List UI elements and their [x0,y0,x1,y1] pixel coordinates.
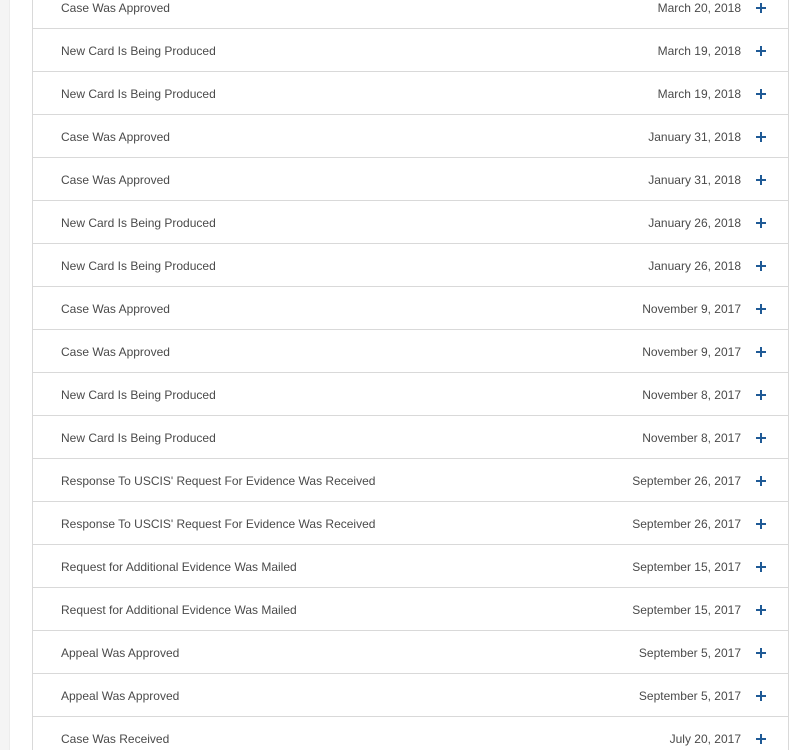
history-row[interactable]: Request for Additional Evidence Was Mail… [33,545,788,588]
history-row-date: November 9, 2017 [642,345,741,359]
history-row-date: November 8, 2017 [642,431,741,445]
case-history-list: Case Was Approved March 20, 2018 New Car… [32,0,789,750]
history-row-title: Response To USCIS' Request For Evidence … [61,517,376,531]
history-row-date: January 31, 2018 [648,130,741,144]
history-row-date: September 26, 2017 [632,517,741,531]
history-row-date: March 20, 2018 [657,1,741,15]
history-row-date: July 20, 2017 [669,732,741,746]
history-row-date: September 15, 2017 [632,560,741,574]
plus-icon[interactable] [756,3,766,13]
history-row[interactable]: Case Was Approved January 31, 2018 [33,115,788,158]
history-row-date: September 26, 2017 [632,474,741,488]
history-row[interactable]: Request for Additional Evidence Was Mail… [33,588,788,631]
plus-icon[interactable] [756,433,766,443]
history-row[interactable]: New Card Is Being Produced November 8, 2… [33,373,788,416]
history-row-date: March 19, 2018 [657,87,741,101]
history-row-date: March 19, 2018 [657,44,741,58]
left-rail [0,0,10,750]
history-row-date: September 5, 2017 [638,689,741,703]
plus-icon[interactable] [756,347,766,357]
history-row-title: New Card Is Being Produced [61,388,216,402]
history-row-title: Case Was Approved [61,345,170,359]
history-row[interactable]: Response To USCIS' Request For Evidence … [33,459,788,502]
history-row-title: New Card Is Being Produced [61,431,216,445]
history-row-date: September 5, 2017 [638,646,741,660]
history-row-title: Case Was Approved [61,302,170,316]
plus-icon[interactable] [756,89,766,99]
plus-icon[interactable] [756,605,766,615]
history-row[interactable]: Case Was Approved November 9, 2017 [33,330,788,373]
history-row-title: Request for Additional Evidence Was Mail… [61,603,297,617]
plus-icon[interactable] [756,734,766,744]
history-row-title: Response To USCIS' Request For Evidence … [61,474,376,488]
plus-icon[interactable] [756,390,766,400]
history-row[interactable]: New Card Is Being Produced January 26, 2… [33,244,788,287]
history-row[interactable]: Case Was Received July 20, 2017 [33,717,788,750]
plus-icon[interactable] [756,46,766,56]
plus-icon[interactable] [756,691,766,701]
plus-icon[interactable] [756,175,766,185]
history-row-title: Case Was Approved [61,130,170,144]
history-row-title: New Card Is Being Produced [61,216,216,230]
history-row[interactable]: New Card Is Being Produced November 8, 2… [33,416,788,459]
history-row-title: Case Was Approved [61,173,170,187]
history-row-date: November 8, 2017 [642,388,741,402]
history-row-date: November 9, 2017 [642,302,741,316]
plus-icon[interactable] [756,519,766,529]
history-row-title: Case Was Approved [61,1,170,15]
history-row[interactable]: Appeal Was Approved September 5, 2017 [33,674,788,717]
history-row-title: Appeal Was Approved [61,646,180,660]
plus-icon[interactable] [756,648,766,658]
history-row-title: Request for Additional Evidence Was Mail… [61,560,297,574]
history-row-title: New Card Is Being Produced [61,259,216,273]
history-row-date: September 15, 2017 [632,603,741,617]
history-row[interactable]: Case Was Approved March 20, 2018 [33,0,788,29]
history-row[interactable]: New Card Is Being Produced March 19, 201… [33,72,788,115]
plus-icon[interactable] [756,261,766,271]
plus-icon[interactable] [756,562,766,572]
history-row[interactable]: Case Was Approved November 9, 2017 [33,287,788,330]
history-row-date: January 26, 2018 [648,216,741,230]
history-row[interactable]: New Card Is Being Produced January 26, 2… [33,201,788,244]
plus-icon[interactable] [756,218,766,228]
plus-icon[interactable] [756,476,766,486]
history-row[interactable]: Response To USCIS' Request For Evidence … [33,502,788,545]
history-row[interactable]: Case Was Approved January 31, 2018 [33,158,788,201]
history-row-title: New Card Is Being Produced [61,44,216,58]
history-row-date: January 31, 2018 [648,173,741,187]
history-row-title: New Card Is Being Produced [61,87,216,101]
plus-icon[interactable] [756,132,766,142]
plus-icon[interactable] [756,304,766,314]
history-row-title: Appeal Was Approved [61,689,180,703]
case-history-page: Case Was Approved March 20, 2018 New Car… [0,0,794,750]
history-row[interactable]: Appeal Was Approved September 5, 2017 [33,631,788,674]
history-row-title: Case Was Received [61,732,170,746]
history-row-date: January 26, 2018 [648,259,741,273]
history-row[interactable]: New Card Is Being Produced March 19, 201… [33,29,788,72]
